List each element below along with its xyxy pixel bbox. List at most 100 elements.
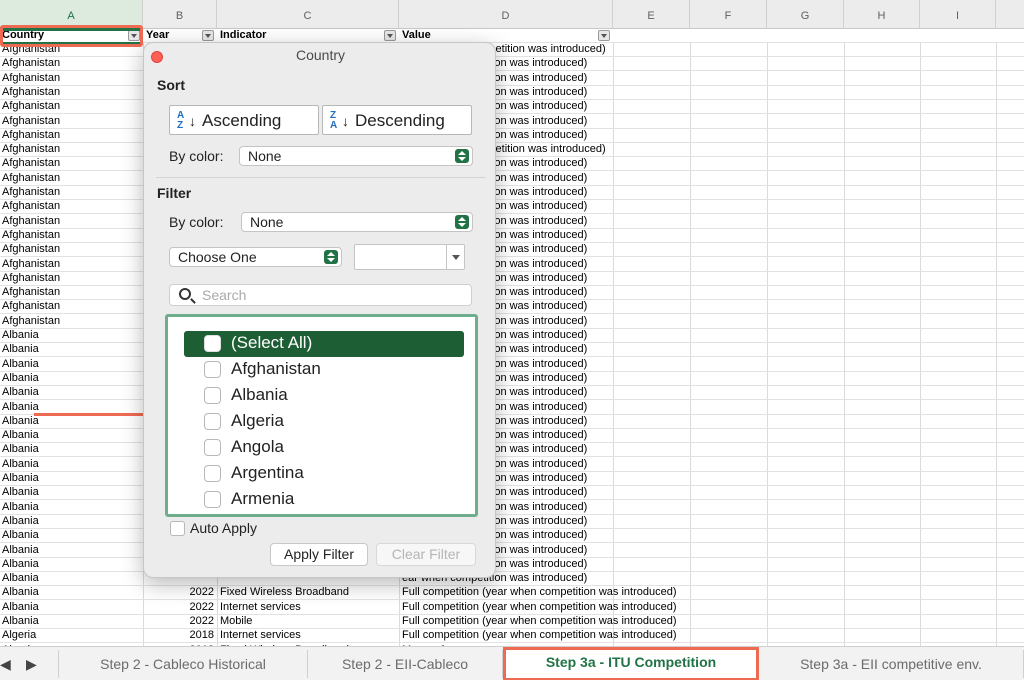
cell-country[interactable]: Afghanistan <box>2 229 140 242</box>
cell-country[interactable]: Afghanistan <box>2 272 140 285</box>
chevron-down-icon[interactable] <box>446 245 464 269</box>
cell-country[interactable]: Albania <box>2 615 140 628</box>
list-item[interactable]: Armenia <box>184 487 464 513</box>
clear-filter-button[interactable]: Clear Filter <box>376 543 476 566</box>
header-value[interactable]: Value <box>402 29 702 42</box>
cell-country[interactable]: Albania <box>2 601 140 614</box>
cell-year[interactable]: 2022 <box>144 615 214 628</box>
sort-descending-button[interactable]: Z A ↓ Descending <box>322 105 472 135</box>
cell-value[interactable]: Full competition (year when competition … <box>402 615 702 628</box>
checkbox[interactable] <box>204 387 221 404</box>
cell-country[interactable]: Afghanistan <box>2 215 140 228</box>
cell-country[interactable]: Albania <box>2 386 140 399</box>
search-input[interactable] <box>202 287 462 303</box>
cell-country[interactable]: Albania <box>2 401 140 414</box>
column-header-f[interactable]: F <box>690 0 767 29</box>
cell-country[interactable]: Afghanistan <box>2 129 140 142</box>
cell-country[interactable]: Afghanistan <box>2 172 140 185</box>
cell-country[interactable]: Albania <box>2 458 140 471</box>
cell-indicator[interactable]: Internet services <box>220 629 398 642</box>
cell-country[interactable]: Afghanistan <box>2 100 140 113</box>
cell-country[interactable]: Albania <box>2 586 140 599</box>
auto-apply-checkbox[interactable] <box>170 521 185 536</box>
cell-year[interactable]: 2022 <box>144 601 214 614</box>
cell-country[interactable]: Afghanistan <box>2 243 140 256</box>
cell-country[interactable]: Afghanistan <box>2 57 140 70</box>
sheet-tab-active[interactable]: Step 3a - ITU Competition <box>503 647 759 680</box>
cell-country[interactable]: Afghanistan <box>2 186 140 199</box>
sheet-tab[interactable]: Step 3a - EII competitive env. <box>759 650 1024 678</box>
list-item[interactable]: Albania <box>184 383 464 409</box>
column-header-e[interactable]: E <box>613 0 690 29</box>
cell-country[interactable]: Albania <box>2 544 140 557</box>
cell-country[interactable]: Albania <box>2 415 140 428</box>
cell-country[interactable]: Albania <box>2 472 140 485</box>
cell-country[interactable]: Afghanistan <box>2 286 140 299</box>
cell-value[interactable]: Full competition (year when competition … <box>402 586 702 599</box>
checkbox[interactable] <box>204 335 221 352</box>
column-header-h[interactable]: H <box>844 0 920 29</box>
cell-country[interactable]: Albania <box>2 443 140 456</box>
year-filter-button[interactable] <box>202 30 214 41</box>
tab-scroll-right-icon[interactable]: ▶ <box>26 656 37 673</box>
list-item[interactable]: Angola <box>184 435 464 461</box>
cell-value[interactable]: Full competition (year when competition … <box>402 601 702 614</box>
list-item-select-all[interactable]: (Select All) <box>184 331 464 357</box>
column-header-d[interactable]: D <box>399 0 613 29</box>
header-indicator[interactable]: Indicator <box>220 29 398 42</box>
column-header-g[interactable]: G <box>767 0 844 29</box>
column-header-i[interactable]: I <box>920 0 996 29</box>
cell-country[interactable]: Albania <box>2 558 140 571</box>
cell-country[interactable]: Albania <box>2 329 140 342</box>
cell-country[interactable]: Afghanistan <box>2 157 140 170</box>
sheet-tab[interactable]: Step 2 - Cableco Historical <box>58 650 308 678</box>
table-row[interactable]: Algeria 2018 Internet services Full competi… <box>0 629 1024 644</box>
cell-country[interactable]: Albania <box>2 501 140 514</box>
cell-country[interactable]: Afghanistan <box>2 200 140 213</box>
sheet-tab[interactable]: Step 2 - EII-Cableco <box>308 650 503 678</box>
cell-country[interactable]: Afghanistan <box>2 143 140 156</box>
list-item[interactable]: Algeria <box>184 409 464 435</box>
checkbox[interactable] <box>204 361 221 378</box>
list-item[interactable]: Afghanistan <box>184 357 464 383</box>
cell-country[interactable]: Afghanistan <box>2 315 140 328</box>
cell-country[interactable]: Albania <box>2 572 140 585</box>
cell-country[interactable]: Albania <box>2 515 140 528</box>
column-header-b[interactable]: B <box>143 0 217 29</box>
value-list[interactable]: (Select All) Afghanistan Albania Algeria… <box>165 314 478 517</box>
cell-country[interactable]: Albania <box>2 358 140 371</box>
apply-filter-button[interactable]: Apply Filter <box>270 543 368 566</box>
cell-country[interactable]: Algeria <box>2 629 140 642</box>
search-field[interactable] <box>169 284 472 306</box>
cell-country[interactable]: Afghanistan <box>2 300 140 313</box>
cell-country[interactable]: Afghanistan <box>2 115 140 128</box>
cell-country[interactable]: Albania <box>2 429 140 442</box>
sort-by-color-select[interactable]: None <box>239 146 473 166</box>
cell-indicator[interactable]: Internet services <box>220 601 398 614</box>
checkbox[interactable] <box>204 413 221 430</box>
tab-scroll-left-icon[interactable]: ◀ <box>0 656 11 673</box>
table-row[interactable]: Albania 2022 Mobile Full competition (year … <box>0 615 1024 629</box>
sort-ascending-button[interactable]: A Z ↓ Ascending <box>169 105 319 135</box>
list-item[interactable]: Argentina <box>184 461 464 487</box>
cell-indicator[interactable]: Mobile <box>220 615 398 628</box>
checkbox[interactable] <box>204 465 221 482</box>
cell-country[interactable]: Albania <box>2 343 140 356</box>
column-header-c[interactable]: C <box>217 0 399 29</box>
indicator-filter-button[interactable] <box>384 30 396 41</box>
cell-country[interactable]: Albania <box>2 486 140 499</box>
cell-country[interactable]: Afghanistan <box>2 258 140 271</box>
cell-country[interactable]: Albania <box>2 529 140 542</box>
cell-year[interactable]: 2022 <box>144 586 214 599</box>
cell-country[interactable]: Albania <box>2 372 140 385</box>
table-row[interactable]: Albania 2022 Internet services Full competi… <box>0 601 1024 615</box>
table-row[interactable]: Albania 2022 Fixed Wireless Broadband Full … <box>0 586 1024 601</box>
cell-country[interactable]: Afghanistan <box>2 72 140 85</box>
condition-select[interactable]: Choose One <box>169 247 342 267</box>
condition-value-combo[interactable] <box>354 244 465 270</box>
checkbox[interactable] <box>204 491 221 508</box>
checkbox[interactable] <box>204 439 221 456</box>
filter-by-color-select[interactable]: None <box>241 212 473 232</box>
value-filter-button[interactable] <box>598 30 610 41</box>
cell-year[interactable]: 2018 <box>144 629 214 642</box>
